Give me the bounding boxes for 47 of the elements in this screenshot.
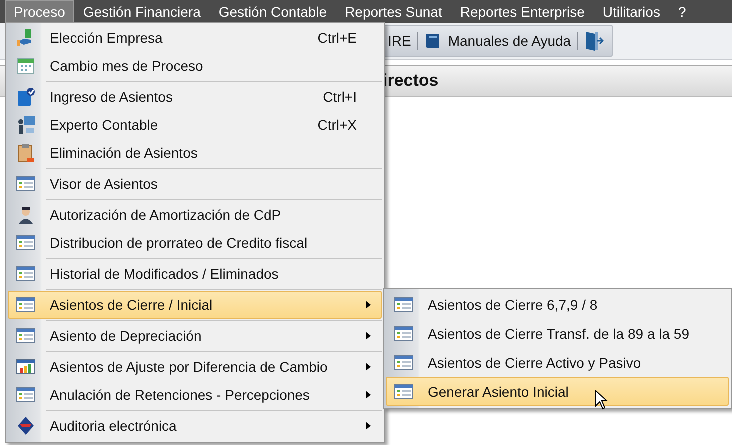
menu-item[interactable]: Asientos de Cierre / Inicial xyxy=(8,291,382,319)
menu-item[interactable]: Asientos de Cierre 6,7,9 / 8 xyxy=(386,290,729,319)
diamond-logo-icon xyxy=(16,416,36,436)
list-window-icon xyxy=(16,233,36,253)
list-window-icon xyxy=(16,174,36,194)
menu-item[interactable]: Ingreso de Asientos Ctrl+I xyxy=(8,83,382,111)
menu-item[interactable]: Asientos de Cierre Transf. de la 89 a la 59 xyxy=(386,319,729,348)
menu-item[interactable]: Experto Contable Ctrl+X xyxy=(8,111,382,139)
menu-item[interactable]: Asiento de Depreciación xyxy=(8,322,382,350)
menu-item[interactable]: Cambio mes de Proceso xyxy=(8,52,382,80)
menu-item[interactable]: Visor de Asientos xyxy=(8,170,382,198)
list-window-icon xyxy=(16,295,36,315)
menu-bar-item[interactable]: Gestión Financiera xyxy=(74,0,210,23)
menu-item[interactable]: Distribucion de prorrateo de Credito fiscal xyxy=(8,229,382,257)
list-window-icon xyxy=(394,294,414,314)
list-window-icon xyxy=(16,326,36,346)
menu-bar-item[interactable]: Reportes Sunat xyxy=(336,0,452,23)
toolbar-label[interactable]: IRE xyxy=(388,33,412,49)
menu-bar-item[interactable]: Proceso xyxy=(5,0,74,23)
calendar-icon xyxy=(16,56,36,76)
menu-item[interactable]: Anulación de Retenciones - Percepciones xyxy=(8,381,382,409)
list-window-icon xyxy=(394,352,414,372)
list-window-icon xyxy=(394,382,414,402)
menu-item[interactable]: Elección Empresa Ctrl+E xyxy=(8,24,382,52)
menu-item[interactable]: Autorización de Amortización de CdP xyxy=(8,201,382,229)
exit-door-icon[interactable] xyxy=(584,30,604,52)
bar-chart-icon xyxy=(16,357,36,377)
menu-item[interactable]: Eliminación de Asientos xyxy=(8,139,382,167)
menu-item[interactable]: Historial de Modificados / Eliminados xyxy=(8,260,382,288)
person-icon xyxy=(16,205,36,225)
menu-bar-item[interactable]: Utilitarios xyxy=(594,0,670,23)
presenter-icon xyxy=(16,115,36,135)
menu-item[interactable]: Auditoria electrónica xyxy=(8,412,382,440)
menu-bar-item[interactable]: Gestión Contable xyxy=(210,0,336,23)
menu-item[interactable]: Asientos de Cierre Activo y Pasivo xyxy=(386,348,729,377)
book-check-icon xyxy=(16,87,36,107)
menu-bar-item[interactable]: Reportes Enterprise xyxy=(451,0,594,23)
panel-title: irectos xyxy=(383,71,439,91)
menu-item[interactable]: Generar Asiento Inicial xyxy=(386,377,729,406)
menu-bar-item[interactable]: ? xyxy=(669,0,696,23)
clipboard-icon xyxy=(16,143,36,163)
mouse-cursor-icon xyxy=(595,390,609,410)
list-window-icon xyxy=(16,385,36,405)
list-window-icon xyxy=(394,324,414,344)
menu-item[interactable]: Asientos de Ajuste por Diferencia de Cambio xyxy=(8,353,382,381)
help-manuals-button[interactable]: Manuales de Ayuda xyxy=(448,33,572,49)
list-window-icon xyxy=(16,264,36,284)
